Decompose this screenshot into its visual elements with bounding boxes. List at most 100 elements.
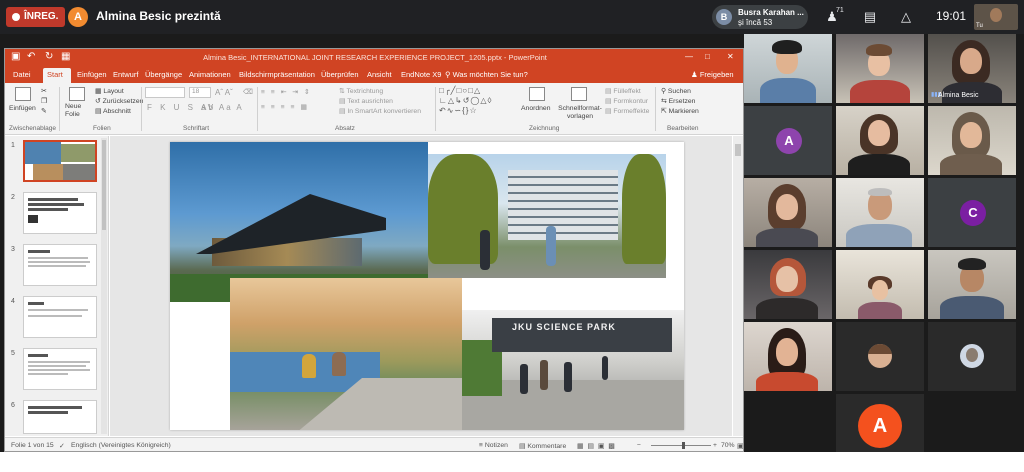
tab-file[interactable]: Datei bbox=[13, 70, 31, 79]
smartart-button[interactable]: ▤ In SmartArt konvertieren bbox=[339, 107, 421, 115]
participant-tile[interactable]: A bbox=[836, 394, 924, 452]
align-buttons[interactable]: ≡ ≡ ≡ ≡ ▦ bbox=[261, 103, 309, 111]
arrange-icon[interactable] bbox=[529, 87, 545, 101]
font-size-box[interactable]: 18 bbox=[189, 87, 211, 98]
tell-me-search[interactable]: ⚲ Was möchten Sie tun? bbox=[445, 70, 528, 79]
shape-effects-button[interactable]: ▤ Formeffekte bbox=[605, 107, 649, 115]
paste-icon[interactable] bbox=[15, 87, 31, 101]
clear-format-icon[interactable]: ⌫ bbox=[243, 88, 253, 96]
scrollbar-thumb[interactable] bbox=[735, 144, 741, 156]
participant-tile[interactable] bbox=[744, 250, 832, 319]
notes-button[interactable]: ≡ Notizen bbox=[479, 442, 508, 449]
participant-tile[interactable] bbox=[836, 322, 924, 391]
layout-button[interactable]: ▦ Layout bbox=[95, 87, 124, 95]
tab-slideshow[interactable]: Bildschirmpräsentation bbox=[239, 70, 315, 79]
tab-home[interactable]: Start bbox=[47, 70, 63, 79]
section-button[interactable]: ▤ Abschnitt bbox=[95, 107, 131, 115]
participant-tile[interactable] bbox=[836, 34, 924, 103]
slide-thumbnail-1[interactable] bbox=[23, 140, 97, 182]
shape-outline-button[interactable]: ▤ Formkontur bbox=[605, 97, 648, 105]
slide-thumbnail-4[interactable] bbox=[23, 296, 97, 338]
shapes-gallery[interactable]: □╭╱□○□△ ∟△↳↺◯△◊ ↶∿∽{}☆ bbox=[439, 86, 519, 120]
slide-thumbnail-5[interactable] bbox=[23, 348, 97, 390]
minimize-icon[interactable]: — bbox=[685, 52, 693, 61]
tab-review[interactable]: Überprüfen bbox=[321, 70, 359, 79]
thumbnail-text bbox=[28, 302, 44, 305]
ppt-window-title: Almina Besic_INTERNATIONAL JOINT RESEARC… bbox=[203, 53, 547, 62]
participant-tile-speaker[interactable]: ▮▮▮ Almina Besic bbox=[928, 34, 1016, 103]
zoom-level[interactable]: 70% bbox=[721, 442, 735, 449]
recording-badge[interactable]: ÎNREG. bbox=[6, 7, 66, 27]
quick-styles-icon[interactable] bbox=[571, 87, 587, 101]
activities-icon[interactable]: △ bbox=[898, 9, 914, 25]
align-text-button[interactable]: ▤ Text ausrichten bbox=[339, 97, 393, 105]
list-buttons[interactable]: ≡ ≡ ⇤ ⇥ ⇕ bbox=[261, 88, 312, 96]
thumbnail-scrollbar[interactable] bbox=[101, 138, 107, 434]
comments-button[interactable]: ▤ Kommentare bbox=[519, 442, 566, 450]
quick-styles-button[interactable]: Schnellformat-vorlagen bbox=[557, 105, 603, 121]
font-color-buttons[interactable]: AV Aa A bbox=[201, 103, 244, 112]
find-button[interactable]: ⚲ Suchen bbox=[661, 87, 691, 95]
thumbnail-logo bbox=[28, 215, 38, 223]
share-button[interactable]: ♟ Freigeben bbox=[691, 70, 734, 79]
participant-tile[interactable] bbox=[928, 106, 1016, 175]
participant-tile[interactable] bbox=[836, 106, 924, 175]
view-buttons[interactable]: ▦▤▣▩ bbox=[577, 442, 619, 450]
select-button[interactable]: ⇱ Markieren bbox=[661, 107, 699, 115]
tab-insert[interactable]: Einfügen bbox=[77, 70, 107, 79]
tab-design[interactable]: Entwurf bbox=[113, 70, 138, 79]
meeting-window: ÎNREG. A Almina Besic prezintă B Busra K… bbox=[0, 0, 1024, 472]
participant-tile[interactable] bbox=[744, 34, 832, 103]
participant-tile[interactable] bbox=[928, 250, 1016, 319]
slide-thumbnail-2[interactable] bbox=[23, 192, 97, 234]
arrange-button[interactable]: Anordnen bbox=[521, 105, 550, 112]
shape-fill-button[interactable]: ▤ Fülleffekt bbox=[605, 87, 641, 95]
scrollbar-thumb[interactable] bbox=[102, 140, 106, 230]
participant-tile[interactable]: C bbox=[928, 178, 1016, 247]
participants-pill[interactable]: B Busra Karahan ... și încă 53 bbox=[712, 5, 808, 29]
zoom-out-button[interactable]: − bbox=[637, 442, 641, 449]
participant-tile[interactable] bbox=[836, 178, 924, 247]
text-direction-button[interactable]: ⇅ Textrichtung bbox=[339, 87, 383, 95]
new-slide-button[interactable]: Neue Folie bbox=[65, 103, 89, 119]
participant-tile[interactable] bbox=[744, 178, 832, 247]
grow-font-icon[interactable]: Aˆ Aˇ bbox=[215, 88, 233, 97]
video-face bbox=[960, 48, 982, 74]
participant-tile[interactable] bbox=[928, 322, 1016, 391]
slide-scrollbar[interactable] bbox=[733, 136, 743, 436]
slide[interactable]: JKU SCIENCE PARK bbox=[170, 142, 684, 430]
cut-icon[interactable]: ✂ bbox=[41, 87, 47, 95]
participant-tile[interactable] bbox=[836, 250, 924, 319]
paste-button[interactable]: Einfügen bbox=[9, 105, 36, 112]
participant-tile[interactable] bbox=[744, 322, 832, 391]
video-face bbox=[776, 338, 798, 366]
language-status[interactable]: Englisch (Vereinigtes Königreich) bbox=[71, 442, 171, 449]
tab-view[interactable]: Ansicht bbox=[367, 70, 392, 79]
video-body bbox=[848, 154, 910, 175]
close-icon[interactable]: ✕ bbox=[727, 52, 734, 61]
participant-tile[interactable]: A bbox=[744, 106, 832, 175]
zoom-slider-knob[interactable] bbox=[681, 442, 685, 449]
zoom-in-button[interactable]: + bbox=[713, 442, 717, 449]
slide-thumbnail-3[interactable] bbox=[23, 244, 97, 286]
photo-person bbox=[546, 226, 556, 266]
self-view[interactable]: Tu bbox=[974, 4, 1018, 30]
video-hair bbox=[868, 188, 892, 196]
copy-icon[interactable]: ❐ bbox=[41, 97, 47, 105]
format-painter-icon[interactable]: ✎ bbox=[41, 107, 47, 115]
font-name-box[interactable] bbox=[145, 87, 185, 98]
ppt-title-bar: ▣ ↶ ↻ ▦ Almina Besic_INTERNATIONAL JOINT… bbox=[5, 49, 743, 67]
slide-thumbnail-6[interactable] bbox=[23, 400, 97, 434]
fit-slide-icon[interactable]: ▣ bbox=[737, 442, 743, 450]
replace-button[interactable]: ⇆ Ersetzen bbox=[661, 97, 695, 105]
new-slide-icon[interactable] bbox=[69, 87, 85, 101]
tab-animations[interactable]: Animationen bbox=[189, 70, 231, 79]
reset-button[interactable]: ↺ Zurücksetzen bbox=[95, 97, 143, 105]
spellcheck-icon[interactable]: ✓ bbox=[59, 442, 65, 450]
tab-endnote[interactable]: EndNote X9 bbox=[401, 70, 441, 79]
chat-icon[interactable]: ▤ bbox=[862, 9, 878, 25]
maximize-icon[interactable]: □ bbox=[705, 52, 710, 61]
thumbnail-photo bbox=[33, 164, 63, 180]
tab-transitions[interactable]: Übergänge bbox=[145, 70, 182, 79]
participant-name-label: Almina Besic bbox=[938, 92, 979, 99]
